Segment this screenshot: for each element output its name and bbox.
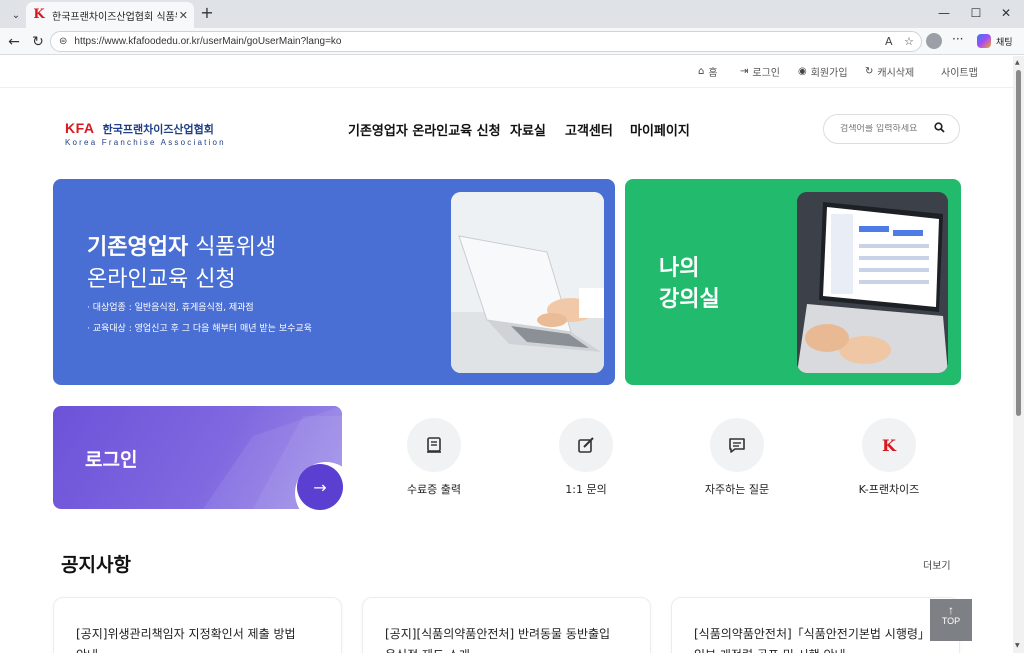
copilot-icon[interactable] [977, 34, 991, 48]
gnb-resources[interactable]: 자료실 [510, 120, 546, 139]
page-viewport: ⌂ 홈 ⇥ 로그인 ◉ 회원가입 ↻ 캐시삭제 사이트맵 KFA 한국프랜차이즈… [0, 56, 1013, 653]
notice-card[interactable]: [식품의약품안전처]「식품안전기본법 시행령」 일부 개정령 공포 및 시행 안… [671, 597, 960, 653]
tab-actions-menu[interactable]: ⌄ [6, 5, 26, 25]
site-info-icon[interactable]: ⊜ [59, 36, 67, 47]
util-home-link[interactable]: ⌂ 홈 [698, 64, 718, 79]
browser-menu-icon[interactable]: ··· [952, 32, 963, 46]
apply-banner-title: 기존영업자 식품위생 [87, 229, 276, 261]
scroll-down-arrow-icon[interactable]: ▼ [1015, 642, 1020, 649]
quick-link-faq[interactable]: 자주하는 질문 [682, 418, 792, 497]
util-sitemap-link[interactable]: 사이트맵 [941, 64, 978, 79]
logo-english-name: Korea Franchise Association [65, 138, 226, 147]
notice-card-title: [식품의약품안전처]「식품안전기본법 시행령」 [694, 627, 930, 641]
close-window-button[interactable]: ✕ [996, 6, 1016, 20]
browser-tab-bar: ⌄ K 한국프랜차이즈산업협회 식품위생 ✕ + — ☐ ✕ [0, 0, 1024, 28]
classroom-laptop-photo [797, 192, 948, 373]
my-classroom-title-line2: 강의실 [659, 287, 720, 312]
chat-icon [710, 418, 764, 472]
site-logo[interactable]: KFA 한국프랜차이즈산업협회 Korea Franchise Associat… [65, 118, 226, 147]
util-clear-cache-link[interactable]: ↻ 캐시삭제 [865, 64, 914, 79]
quick-link-inquiry-label: 1:1 문의 [565, 483, 607, 496]
scrollbar-thumb[interactable] [1016, 70, 1021, 416]
util-login-link[interactable]: ⇥ 로그인 [740, 64, 780, 79]
gnb-customer-center[interactable]: 고객센터 [565, 120, 613, 139]
my-classroom-title-line1: 나의 [659, 256, 700, 281]
tab-title: 한국프랜차이즈산업협회 식품위생 [52, 11, 177, 23]
quick-link-inquiry[interactable]: 1:1 문의 [531, 418, 641, 497]
arrow-right-icon[interactable]: → [297, 464, 343, 510]
notice-card-title-cont: 음식점 제도 소개 [385, 645, 628, 653]
certificate-icon [407, 418, 461, 472]
login-card-title: 로그인 [85, 449, 138, 471]
quick-link-faq-label: 자주하는 질문 [704, 483, 770, 496]
util-signup-link[interactable]: ◉ 회원가입 [798, 64, 848, 79]
tab-close-icon[interactable]: ✕ [179, 9, 188, 22]
notice-card-title-cont: 안내 [76, 645, 319, 653]
util-clear-cache-label: 캐시삭제 [877, 68, 915, 79]
url-box[interactable]: ⊜ https://www.kfafoodedu.or.kr/userMain/… [50, 31, 922, 52]
my-classroom-banner[interactable]: 나의 강의실 [625, 179, 961, 385]
home-icon: ⌂ [698, 66, 705, 77]
scroll-up-arrow-icon[interactable]: ▲ [1015, 59, 1020, 66]
laptop-photo [451, 192, 604, 373]
gnb-my-page[interactable]: 마이페이지 [630, 120, 690, 139]
search-box [823, 114, 960, 144]
notice-more-link[interactable]: 더보기 [923, 557, 951, 572]
apply-banner-title-bold: 기존영업자 [87, 235, 189, 260]
copilot-label[interactable]: 채팅 [996, 35, 1013, 48]
scroll-top-label: TOP [941, 616, 961, 626]
edit-icon [559, 418, 613, 472]
site-favicon-icon: K [33, 7, 45, 22]
page-scrollbar[interactable]: ▲ ▼ [1013, 56, 1024, 653]
minimize-button[interactable]: — [934, 6, 954, 20]
favorite-star-icon[interactable]: ☆ [904, 32, 914, 51]
quick-link-certificate-label: 수료증 출력 [406, 483, 462, 496]
search-icon[interactable] [934, 122, 945, 136]
reload-button[interactable]: ↻ [28, 32, 48, 52]
quick-link-k-franchise-label: K-프랜차이즈 [858, 483, 920, 496]
notice-card[interactable]: [공지][식품의약품안전처] 반려동물 동반출입 음식점 제도 소개 [362, 597, 651, 653]
apply-education-banner[interactable]: 기존영업자 식품위생 온라인교육 신청 · 대상업종 : 일반음식점, 휴게음식… [53, 179, 615, 385]
arrow-up-icon: ↑ [948, 603, 954, 617]
quick-link-k-franchise[interactable]: K K-프랜차이즈 [834, 418, 944, 497]
util-home-label: 홈 [708, 68, 718, 79]
read-aloud-icon[interactable]: A [885, 32, 893, 51]
profile-avatar[interactable] [926, 33, 942, 49]
maximize-button[interactable]: ☐ [966, 6, 986, 20]
util-signup-label: 회원가입 [810, 68, 848, 79]
apply-banner-title-light: 식품위생 [188, 235, 277, 260]
search-input[interactable] [840, 124, 930, 134]
gnb-online-education[interactable]: 기존영업자 온라인교육 신청 [348, 120, 501, 139]
user-icon: ◉ [798, 66, 807, 77]
login-icon: ⇥ [740, 66, 749, 77]
utility-nav: ⌂ 홈 ⇥ 로그인 ◉ 회원가입 ↻ 캐시삭제 사이트맵 [0, 56, 1013, 88]
notice-section-title: 공지사항 [61, 554, 131, 576]
apply-banner-target-audience: · 교육대상 : 영업신고 후 그 다음 해부터 매년 받는 보수교육 [87, 324, 312, 334]
url-text[interactable]: https://www.kfafoodedu.or.kr/userMain/go… [74, 36, 341, 47]
browser-tab[interactable]: K 한국프랜차이즈산업협회 식품위생 ✕ [26, 2, 194, 28]
my-classroom-title: 나의 강의실 [659, 253, 720, 315]
k-franchise-icon: K [862, 418, 916, 472]
address-bar-row: ← ↻ ⊜ https://www.kfafoodedu.or.kr/userM… [0, 28, 1024, 55]
util-sitemap-label: 사이트맵 [941, 68, 978, 79]
apply-banner-target-business: · 대상업종 : 일반음식점, 휴게음식점, 제과점 [87, 303, 254, 313]
logo-mark: KFA [65, 120, 95, 136]
refresh-icon: ↻ [865, 66, 874, 77]
scroll-top-button[interactable]: ↑ TOP [930, 599, 972, 641]
logo-korean-name: 한국프랜차이즈산업협회 [102, 123, 214, 136]
util-login-label: 로그인 [752, 68, 780, 79]
notice-card[interactable]: [공지]위생관리책임자 지정확인서 제출 방법 안내 [53, 597, 342, 653]
notice-card-title: [공지]위생관리책임자 지정확인서 제출 방법 [76, 627, 296, 641]
quick-link-certificate[interactable]: 수료증 출력 [379, 418, 489, 497]
new-tab-button[interactable]: + [198, 5, 216, 23]
notice-card-title-cont: 일부 개정령 공포 및 시행 안내 [694, 645, 937, 653]
apply-banner-subtitle: 온라인교육 신청 [87, 267, 236, 292]
login-card[interactable]: 로그인 → [53, 406, 357, 524]
notice-card-title: [공지][식품의약품안전처] 반려동물 동반출입 [385, 627, 611, 641]
back-button[interactable]: ← [4, 32, 24, 52]
